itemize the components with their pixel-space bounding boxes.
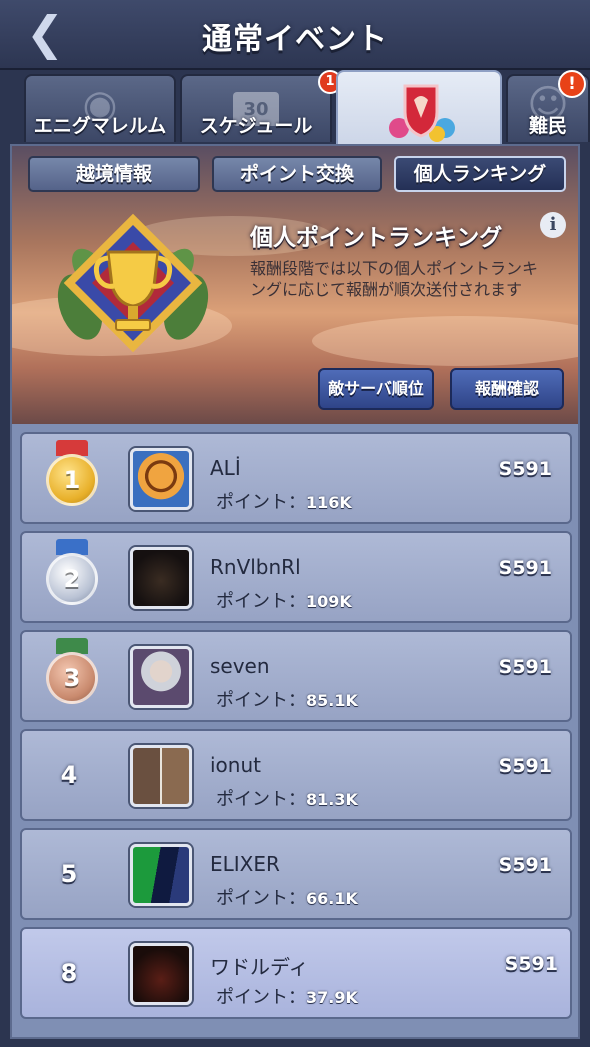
- avatar[interactable]: [130, 448, 192, 510]
- rank-number: 3: [63, 664, 81, 692]
- server-tag: S591: [498, 458, 552, 480]
- rank-number: 1: [63, 466, 81, 494]
- avatar[interactable]: [130, 646, 192, 708]
- tab-enigma-realm[interactable]: ◉ エニグマレルム: [24, 74, 176, 142]
- bronze-medal-icon: 3: [42, 638, 102, 716]
- tab-label: スケジュール: [199, 115, 313, 137]
- trophy-icon: [57, 213, 209, 353]
- server-tag: S591: [498, 557, 552, 579]
- player-points: ポイント：85.1K: [216, 690, 358, 711]
- player-name: ELIXER: [210, 852, 280, 876]
- crest-shield-icon: [389, 84, 455, 142]
- player-name: seven: [210, 654, 270, 678]
- server-tag: S591: [498, 656, 552, 678]
- player-points: ポイント：66.1K: [216, 888, 358, 909]
- tab-ranking-event[interactable]: [336, 70, 502, 144]
- ranking-row[interactable]: 2 RnVlbnRl ポイント：109K S591: [20, 531, 572, 623]
- content-panel: 越境情報 ポイント交換 個人ランキング 個人ポイントランキング i 報酬段階では…: [10, 144, 580, 1039]
- avatar[interactable]: [130, 547, 192, 609]
- server-tag: S591: [498, 854, 552, 876]
- rank-number: 8: [60, 959, 78, 987]
- silver-medal-icon: 2: [42, 539, 102, 617]
- rank-number: 5: [60, 860, 78, 888]
- gold-medal-icon: 1: [42, 440, 102, 518]
- player-name: ワドルディ: [210, 955, 309, 979]
- server-tag: S591: [504, 953, 558, 975]
- player-name: ionut: [210, 753, 261, 777]
- banner-description: 報酬段階では以下の個人ポイントランキングに応じて報酬が順次送付されます: [250, 259, 539, 299]
- player-name: RnVlbnRl: [210, 555, 301, 579]
- event-tabs: ◉ エニグマレルム 30 スケジュール 1 ☺ 難民 !: [0, 70, 590, 144]
- alert-badge: !: [558, 70, 586, 98]
- player-points: ポイント：109K: [216, 591, 352, 612]
- enemy-server-rank-button[interactable]: 敵サーバ順位: [318, 368, 434, 410]
- player-points: ポイント：116K: [216, 492, 352, 513]
- banner-title: 個人ポイントランキング: [250, 225, 503, 251]
- ranking-row[interactable]: 4 ionut ポイント：81.3K S591: [20, 729, 572, 821]
- subtab-border-info[interactable]: 越境情報: [28, 156, 200, 192]
- subtab-point-exchange[interactable]: ポイント交換: [212, 156, 382, 192]
- ranking-row-self[interactable]: 8 ワドルディ ポイント：37.9K S591: [20, 927, 572, 1019]
- page-title: 通常イベント: [202, 22, 388, 57]
- subtab-personal-ranking[interactable]: 個人ランキング: [394, 156, 566, 192]
- avatar[interactable]: [130, 844, 192, 906]
- player-name: ALİ: [210, 456, 241, 480]
- ranking-banner: 越境情報 ポイント交換 個人ランキング 個人ポイントランキング i 報酬段階では…: [12, 146, 578, 424]
- tab-refugee[interactable]: ☺ 難民 !: [506, 70, 590, 142]
- server-tag: S591: [498, 755, 552, 777]
- player-points: ポイント：81.3K: [216, 789, 358, 810]
- rank-number: 2: [63, 565, 81, 593]
- tab-schedule[interactable]: 30 スケジュール 1: [180, 70, 342, 142]
- avatar[interactable]: [130, 745, 192, 807]
- player-points: ポイント：37.9K: [216, 987, 358, 1008]
- ranking-row[interactable]: 3 seven ポイント：85.1K S591: [20, 630, 572, 722]
- tab-label: 難民: [528, 115, 567, 137]
- header-bar: ❮ 通常イベント: [0, 0, 590, 70]
- ranking-row[interactable]: 5 ELIXER ポイント：66.1K S591: [20, 828, 572, 920]
- ranking-row[interactable]: 1 ALİ ポイント：116K S591: [20, 432, 572, 524]
- tab-label: エニグマレルム: [33, 115, 167, 137]
- rank-number: 4: [60, 761, 78, 789]
- avatar[interactable]: [130, 943, 192, 1005]
- reward-check-button[interactable]: 報酬確認: [450, 368, 564, 410]
- info-icon[interactable]: i: [540, 212, 566, 238]
